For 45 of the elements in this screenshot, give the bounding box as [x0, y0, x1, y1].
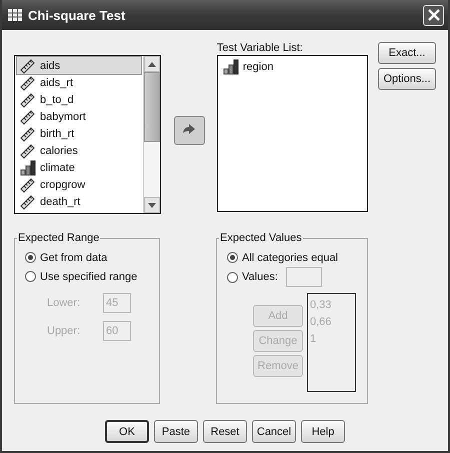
- scrollbar[interactable]: [143, 56, 160, 213]
- arrow-icon: [182, 124, 196, 136]
- field-label: Lower:: [47, 297, 82, 309]
- variable-item[interactable]: death_rt: [17, 193, 142, 210]
- grid-icon: [8, 9, 22, 21]
- ruler-icon: [20, 92, 36, 108]
- variable-item[interactable]: calories: [17, 142, 142, 159]
- variable-item[interactable]: b_to_d: [17, 91, 142, 108]
- radio-option[interactable]: Get from data: [25, 248, 149, 267]
- variable-item[interactable]: region: [220, 58, 365, 75]
- variable-item[interactable]: aids: [17, 57, 142, 74]
- dialog-button[interactable]: Options...: [378, 68, 436, 90]
- dialog-button[interactable]: Exact...: [378, 42, 436, 64]
- radio-option[interactable]: Use specified range: [25, 267, 149, 286]
- variable-item[interactable]: babymort: [17, 108, 142, 125]
- ruler-icon: [20, 58, 36, 74]
- list-label: Test Variable List:: [216, 42, 304, 55]
- group-title: Expected Values: [219, 232, 303, 244]
- down-arrow-icon: [148, 202, 156, 208]
- dialog-button[interactable]: OK: [105, 420, 149, 443]
- variable-item[interactable]: climate: [17, 159, 142, 176]
- ruler-icon: [20, 142, 36, 158]
- close-icon: [428, 9, 440, 21]
- ruler-icon: [20, 74, 36, 90]
- dialog-button[interactable]: Reset: [203, 420, 247, 443]
- variable-item[interactable]: cropgrow: [17, 176, 142, 193]
- ruler-icon: [20, 108, 36, 124]
- dialog-button[interactable]: Help: [301, 420, 345, 443]
- field-label: Upper:: [47, 325, 82, 337]
- bar-chart-icon: [20, 160, 36, 176]
- move-button[interactable]: [174, 116, 205, 144]
- close-button[interactable]: [423, 4, 444, 26]
- up-arrow-icon: [148, 62, 156, 66]
- radio-option[interactable]: All categories equal: [227, 248, 357, 267]
- ruler-icon: [20, 176, 36, 192]
- ruler-icon: [20, 126, 36, 142]
- ruler-icon: [20, 194, 36, 210]
- variable-item[interactable]: aids_rt: [17, 74, 142, 91]
- radio-option[interactable]: Values:: [227, 268, 278, 286]
- dialog-button[interactable]: Paste: [154, 420, 198, 443]
- window-title: Chi-square Test: [28, 8, 126, 22]
- bar-chart-icon: [222, 58, 239, 74]
- variable-item[interactable]: birth_rt: [17, 125, 142, 142]
- group-title: Expected Range: [17, 232, 100, 244]
- dialog-button[interactable]: Cancel: [252, 420, 296, 443]
